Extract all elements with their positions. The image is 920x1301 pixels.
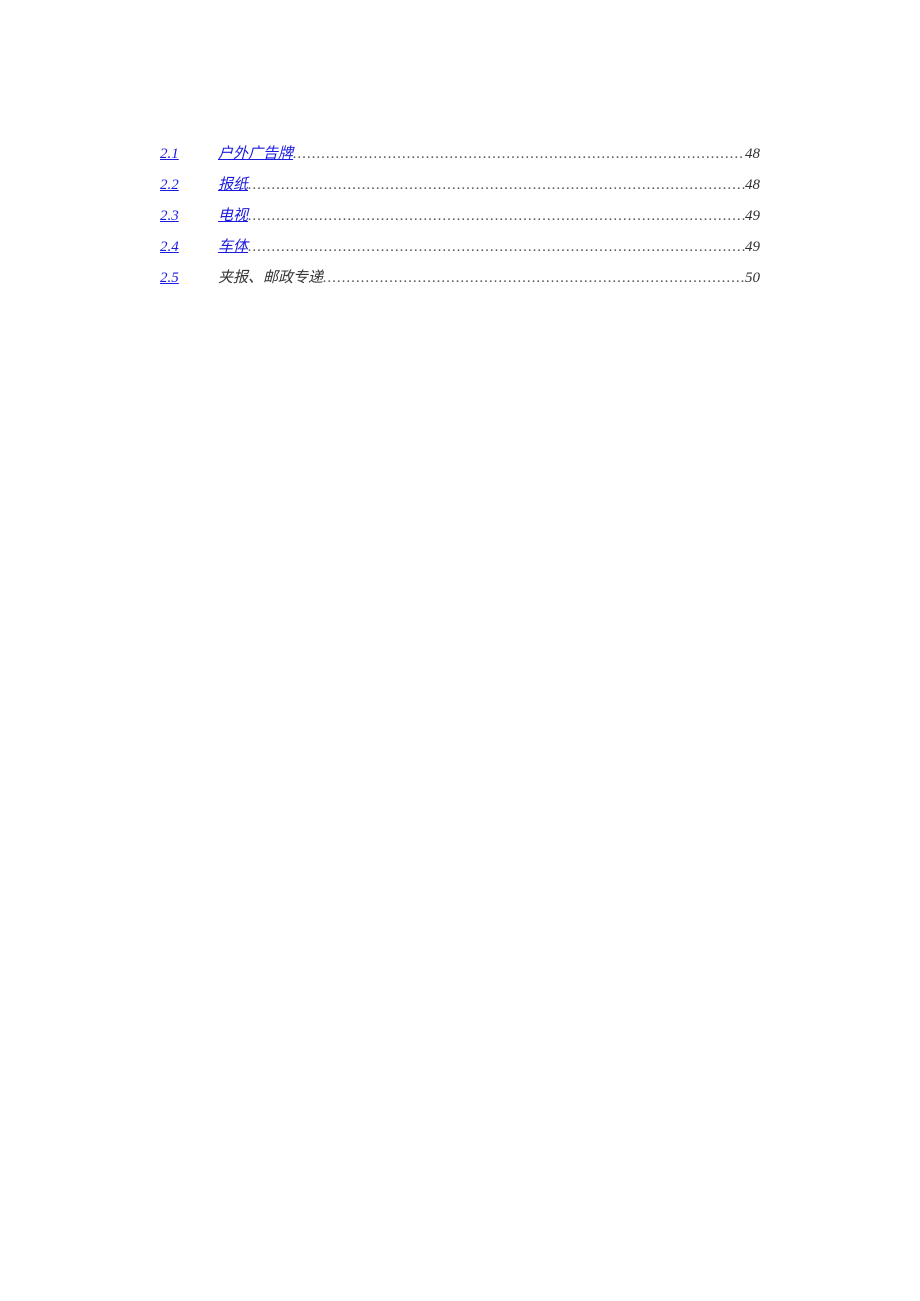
toc-page-number: 50 bbox=[745, 270, 760, 287]
toc-leader-dots bbox=[248, 177, 745, 194]
toc-page-number: 49 bbox=[745, 239, 760, 256]
toc-title-link[interactable]: 电视 bbox=[218, 204, 248, 225]
toc-leader-dots bbox=[248, 208, 745, 225]
toc-entry: 2.4 车体 49 bbox=[160, 235, 760, 256]
toc-page-number: 48 bbox=[745, 177, 760, 194]
toc-leader-dots bbox=[293, 146, 745, 163]
toc-page-number: 48 bbox=[745, 146, 760, 163]
toc-title-link[interactable]: 户外广告牌 bbox=[218, 142, 293, 163]
toc-number-link[interactable]: 2.4 bbox=[160, 239, 200, 256]
toc-number-link[interactable]: 2.5 bbox=[160, 270, 200, 287]
toc-number-link[interactable]: 2.3 bbox=[160, 208, 200, 225]
toc-entry: 2.3 电视 49 bbox=[160, 204, 760, 225]
toc-leader-dots bbox=[248, 239, 745, 256]
toc-entry: 2.2 报纸 48 bbox=[160, 173, 760, 194]
toc-title-link[interactable]: 报纸 bbox=[218, 173, 248, 194]
toc-number-link[interactable]: 2.1 bbox=[160, 146, 200, 163]
toc-leader-dots bbox=[323, 270, 745, 287]
toc-title-text: 夹报、邮政专递 bbox=[218, 266, 323, 287]
toc-page-number: 49 bbox=[745, 208, 760, 225]
toc-entry: 2.5 夹报、邮政专递 50 bbox=[160, 266, 760, 287]
toc-container: 2.1 户外广告牌 48 2.2 报纸 48 2.3 电视 49 2.4 车体 … bbox=[160, 142, 760, 287]
toc-number-link[interactable]: 2.2 bbox=[160, 177, 200, 194]
toc-entry: 2.1 户外广告牌 48 bbox=[160, 142, 760, 163]
toc-title-link[interactable]: 车体 bbox=[218, 235, 248, 256]
